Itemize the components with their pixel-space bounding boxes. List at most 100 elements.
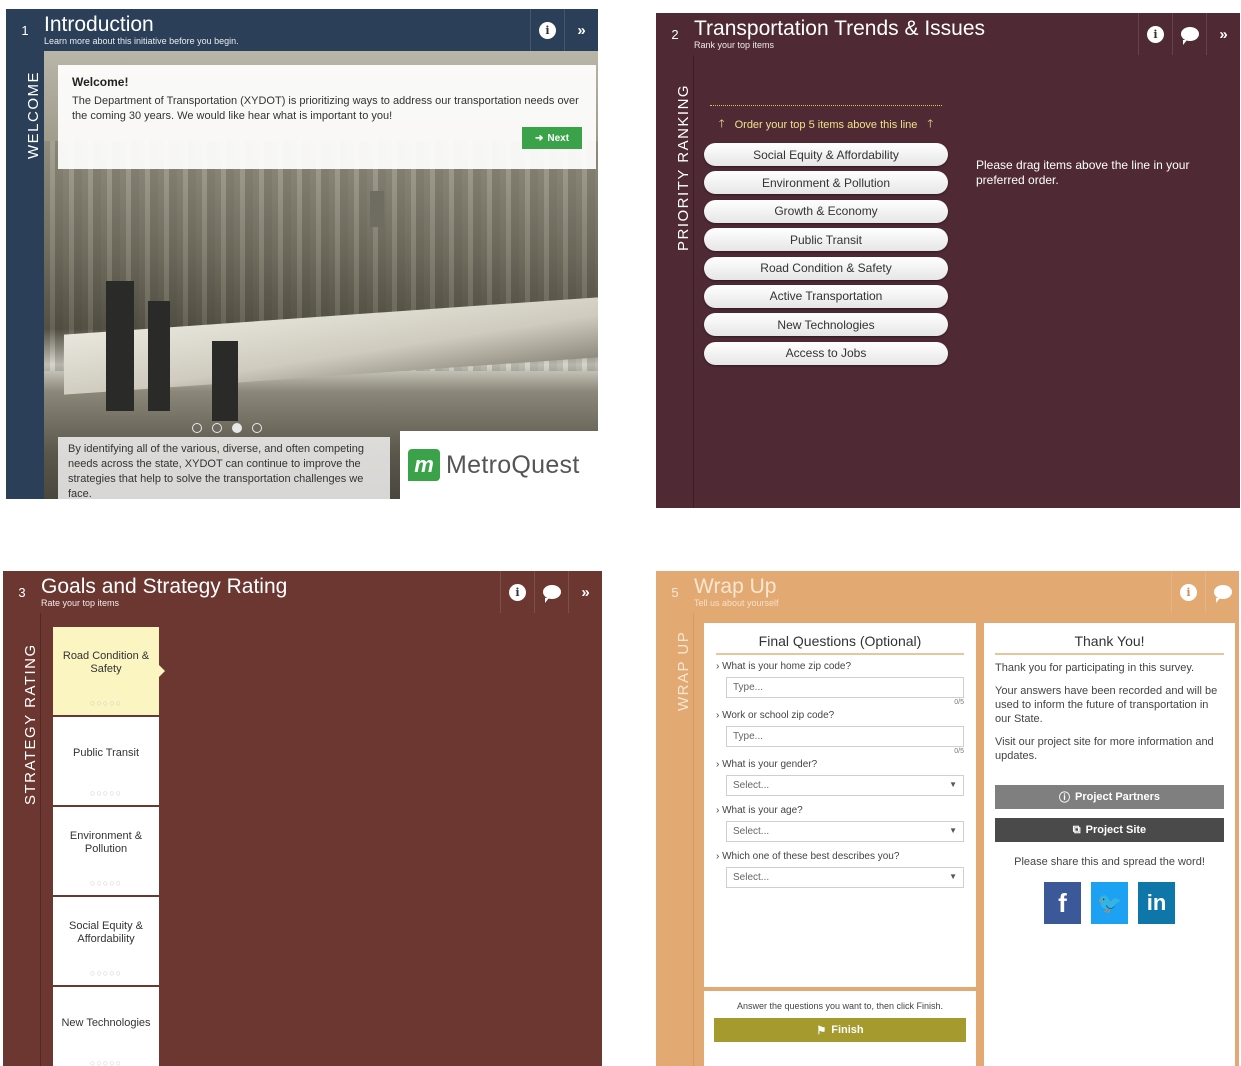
rating-card[interactable]: Public Transit ○○○○○ [53,717,159,805]
expand-icon[interactable]: » [568,571,602,613]
select-value: Select... [733,872,770,883]
info-icon[interactable]: i [500,571,534,613]
project-site-button[interactable]: ⧉ Project Site [995,818,1224,842]
ranking-cutoff-line [710,105,942,106]
rail-label: STRATEGY RATING [22,643,39,805]
thank-you-card: Thank You! Thank you for participating i… [984,623,1235,1066]
slide-dot[interactable] [192,423,202,433]
drag-instruction: Please drag items above the line in your… [976,158,1190,187]
comment-icon[interactable] [534,571,568,613]
question-label: › What is your gender? [716,759,818,770]
comment-icon[interactable] [1205,571,1239,613]
ranking-item[interactable]: Access to Jobs [704,341,948,365]
home-zip-input[interactable]: Type... [726,677,964,698]
thank-you-title: Thank You! [995,633,1224,655]
question-label: › What is your age? [716,805,803,816]
rating-stars[interactable]: ○○○○○ [53,1057,159,1066]
rating-card-label: Public Transit [72,746,140,759]
rating-stars[interactable]: ○○○○○ [53,787,159,800]
info-icon[interactable]: i [530,9,564,51]
rating-card[interactable]: Social Equity & Affordability ○○○○○ [53,897,159,985]
ranking-item[interactable]: New Technologies [704,313,948,337]
rating-stars[interactable]: ○○○○○ [53,967,159,980]
panel-header: 2 Transportation Trends & Issues Rank yo… [656,13,1240,55]
question-text: What is your home zip code? [722,661,852,672]
panel-header: 5 Wrap Up Tell us about yourself i [656,571,1239,613]
rating-stars[interactable]: ○○○○○ [53,877,159,890]
ranking-item[interactable]: Road Condition & Safety [704,256,948,280]
wrap-up-panel: 5 Wrap Up Tell us about yourself i WRAP … [656,571,1239,1066]
slide-dot[interactable] [212,423,222,433]
project-site-label: Project Site [1085,824,1147,836]
char-counter: 0/5 [954,748,964,755]
ranking-list: Social Equity & Affordability Environmen… [704,143,948,370]
panel-subtitle: Tell us about yourself [694,597,779,608]
rating-list: Road Condition & Safety ○○○○○ Public Tra… [53,627,165,1066]
logo-text: MetroQuest [446,450,580,479]
rating-card[interactable]: Environment & Pollution ○○○○○ [53,807,159,895]
panel-title: Goals and Strategy Rating [41,574,288,598]
next-button[interactable]: ➜ Next [522,127,582,149]
introduction-panel: 1 Introduction Learn more about this ini… [6,9,598,499]
tower [212,341,238,421]
twitter-icon[interactable]: 🐦 [1091,882,1128,924]
step-number: 1 [21,22,29,38]
rating-card[interactable]: New Technologies ○○○○○ [53,987,159,1066]
ranking-item[interactable]: Active Transportation [704,284,948,308]
ranking-cutoff-label: 🡑 Order your top 5 items above this line… [710,115,942,134]
comment-icon[interactable] [1172,13,1206,55]
panel-title: Wrap Up [694,574,777,598]
step-number: 2 [671,26,679,42]
slide-dot-active[interactable] [232,423,242,433]
welcome-title: Welcome! [72,75,129,89]
final-questions-card: Final Questions (Optional) › What is you… [704,623,976,987]
question-label: › Work or school zip code? [716,710,835,721]
side-rail: PRIORITY RANKING [656,55,694,508]
finish-button[interactable]: ⚑ Finish [714,1018,966,1042]
facebook-icon[interactable]: f [1044,882,1081,924]
project-partners-button[interactable]: ⓘ Project Partners [995,785,1224,809]
panel-subtitle: Rate your top items [41,597,120,608]
final-questions-title: Final Questions (Optional) [716,633,964,655]
question-text: Which one of these best describes you? [722,851,900,862]
question-label: › Which one of these best describes you? [716,851,900,862]
strategy-rating-panel: 3 Goals and Strategy Rating Rate your to… [3,571,602,1066]
ranking-item[interactable]: Growth & Economy [704,199,948,223]
rating-stars[interactable]: ○○○○○ [53,697,159,710]
panel-subtitle: Learn more about this initiative before … [44,35,239,46]
rating-card-label: New Technologies [61,1016,151,1029]
rating-card-label: Road Condition & Safety [62,650,150,675]
thank-you-text: Visit our project site for more informat… [995,736,1214,762]
slide-dot[interactable] [252,423,262,433]
gender-select[interactable]: Select... ▼ [726,775,964,796]
ranking-item[interactable]: Public Transit [704,228,948,252]
select-value: Select... [733,826,770,837]
info-icon[interactable]: i [1138,13,1172,55]
panel-header: 3 Goals and Strategy Rating Rate your to… [3,571,602,613]
priority-ranking-panel: 2 Transportation Trends & Issues Rank yo… [656,13,1240,508]
slide-dots [192,423,262,433]
tower [148,301,170,411]
info-icon[interactable]: i [1171,571,1205,613]
expand-icon[interactable]: » [564,9,598,51]
work-zip-input[interactable]: Type... [726,726,964,747]
question-text: What is your age? [722,805,803,816]
metroquest-logo: m MetroQuest [400,431,598,499]
describe-select[interactable]: Select... ▼ [726,867,964,888]
rating-card-label: Social Equity & Affordability [69,920,143,945]
arrow-up-icon: 🡑 [927,118,934,130]
rating-card-selected[interactable]: Road Condition & Safety ○○○○○ [53,627,165,715]
finish-card: Answer the questions you want to, then c… [704,991,976,1066]
ranking-item[interactable]: Social Equity & Affordability [704,143,948,166]
thank-you-text: Thank you for participating in this surv… [995,662,1195,674]
rail-label: PRIORITY RANKING [675,83,692,251]
ranking-item[interactable]: Environment & Pollution [704,171,948,195]
chevron-down-icon: ▼ [949,826,957,835]
chevron-down-icon: ▼ [949,780,957,789]
expand-icon[interactable]: » [1206,13,1240,55]
external-link-icon: ⧉ [1072,823,1081,836]
rail-label: WELCOME [25,70,42,159]
linkedin-icon[interactable]: in [1138,882,1175,924]
age-select[interactable]: Select... ▼ [726,821,964,842]
panel-title: Introduction [44,12,154,36]
